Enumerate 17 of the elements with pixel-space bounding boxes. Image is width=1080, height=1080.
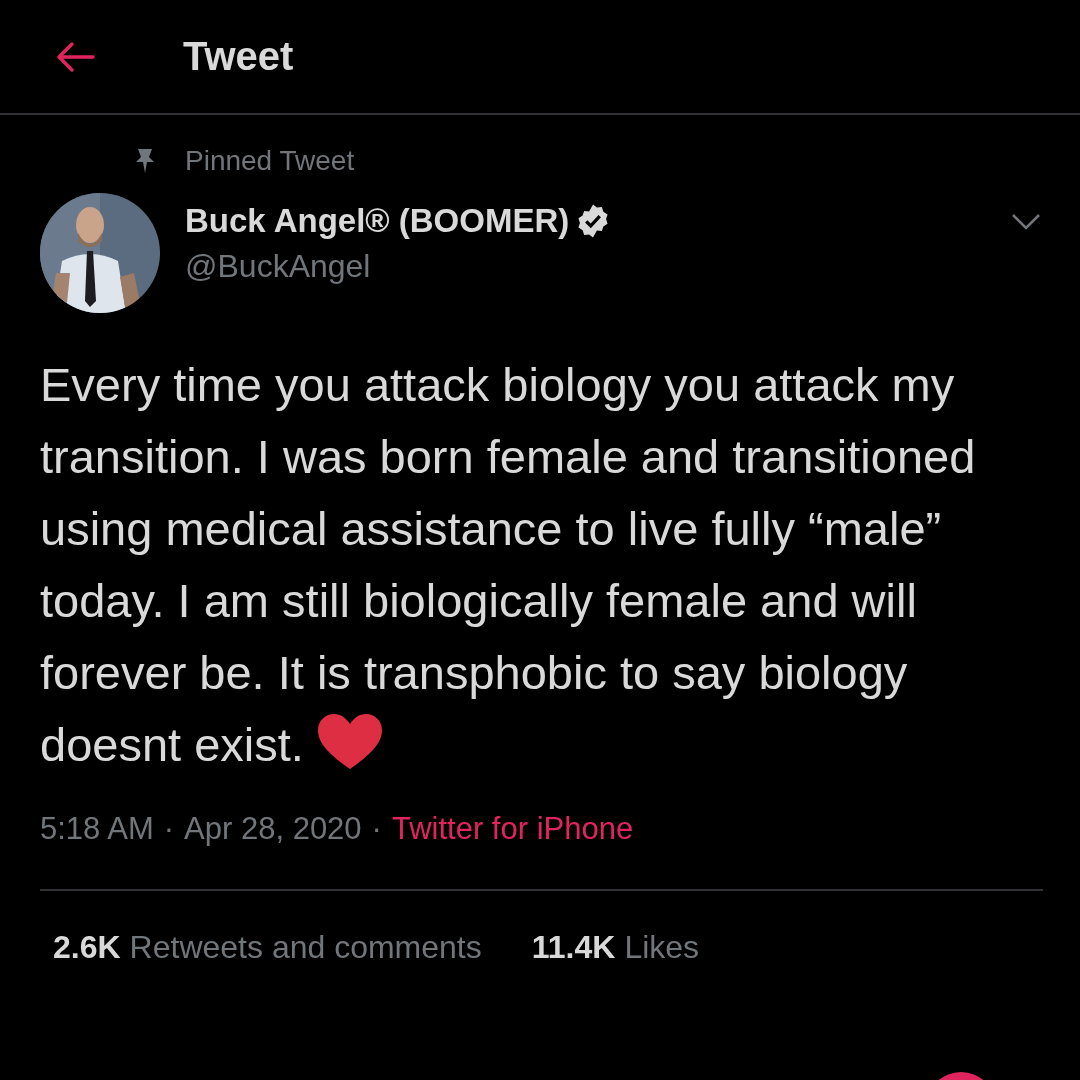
author-handle[interactable]: @BuckAngel bbox=[185, 248, 612, 285]
separator-dot: · bbox=[163, 811, 175, 847]
stat-label[interactable]: Likes bbox=[624, 929, 700, 965]
stat-count: 11.4K bbox=[531, 929, 616, 965]
source-link[interactable]: Twitter for iPhone bbox=[391, 811, 634, 847]
stat-count: 2.6K bbox=[53, 929, 121, 965]
stat-label[interactable]: Retweets and comments bbox=[129, 929, 482, 965]
tweet-time: 5:18 AM bbox=[40, 811, 154, 847]
pinned-label: Pinned Tweet bbox=[185, 145, 355, 177]
heart-icon bbox=[316, 713, 383, 771]
back-arrow-icon[interactable] bbox=[55, 40, 95, 73]
tweet-text: Every time you attack biology you attack my transition. I was born female and transitioned using medical assistance to live fully “male” today. I am still biologically female and will forever be. It is transphobic to say biology doesnt exist. bbox=[40, 357, 977, 773]
tweet-date: Apr 28, 2020 bbox=[184, 811, 362, 847]
author-name[interactable]: Buck Angel® (BOOMER) bbox=[185, 202, 570, 240]
separator-dot: · bbox=[371, 811, 382, 847]
page-title: Tweet bbox=[183, 34, 294, 79]
chevron-down-icon[interactable] bbox=[1011, 213, 1041, 231]
